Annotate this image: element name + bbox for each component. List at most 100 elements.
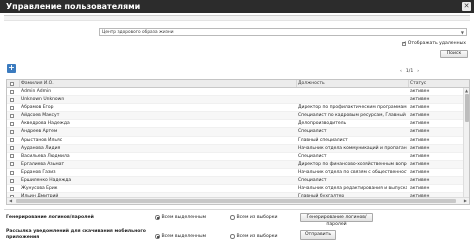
row-checkbox[interactable]: [10, 113, 14, 118]
cell-status: активен: [410, 89, 430, 94]
select-all-cell[interactable]: [10, 80, 18, 87]
table-row[interactable]: Ауданова Лидия Начальник отдела коммуника…: [7, 144, 469, 153]
table-row[interactable]: Admin Admin активен: [7, 88, 469, 97]
notify-scope-selected[interactable]: Всем выделенным: [155, 234, 206, 239]
table-row[interactable]: Unknown Unknown активен: [7, 96, 469, 105]
cell-position: Специалист: [298, 129, 327, 135]
table-row[interactable]: Ергалиева Азьмат Директор по финансово-хо…: [7, 160, 469, 169]
scroll-thumb[interactable]: [16, 199, 456, 203]
generate-scope-all[interactable]: Всем из выборки: [230, 215, 277, 220]
column-header-status[interactable]: Статус: [409, 80, 461, 87]
radio-selected[interactable]: [155, 215, 160, 220]
cell-name: Айдсоев Максут: [21, 113, 60, 119]
pager: ‹ 1/1 ›: [400, 69, 419, 74]
scroll-thumb[interactable]: [465, 94, 469, 122]
column-divider: [408, 80, 409, 87]
row-checkbox[interactable]: [10, 154, 14, 159]
cell-position: Директор по финансово-хозяйственным вопр…: [298, 161, 407, 167]
cell-name: Жунусова Ерик: [21, 186, 58, 192]
cell-name: Ершиленко Надежда: [21, 178, 72, 184]
cell-name: Ауданова Лидия: [21, 145, 61, 151]
generate-credentials-label: Генерирование логинов/паролей: [6, 215, 94, 220]
row-checkbox[interactable]: [10, 89, 14, 94]
users-table: Фамилия И.О. Должность Статус Admin Admi…: [6, 79, 470, 205]
department-select[interactable]: Центр здорового образа жизни ▼: [99, 28, 467, 36]
table-body: Admin Admin активен Unknown Unknown активен…: [7, 88, 469, 204]
select-all-checkbox[interactable]: [10, 81, 14, 86]
notify-label: Рассылка уведомлений для скачивания моби…: [6, 229, 146, 240]
scroll-up-icon[interactable]: ▲: [465, 88, 468, 93]
show-deleted-toggle[interactable]: Отображать удаленных: [401, 41, 466, 46]
column-header-position[interactable]: Должность: [297, 80, 407, 87]
radio-all[interactable]: [230, 234, 235, 239]
department-select-value: Центр здорового образа жизни: [102, 30, 174, 35]
cell-position: [297, 96, 407, 103]
column-divider: [296, 80, 297, 87]
horizontal-scrollbar[interactable]: ◀ ▶: [7, 197, 469, 204]
column-header-name[interactable]: Фамилия И.О.: [20, 80, 295, 87]
cell-name: Васильева Людмила: [21, 153, 70, 159]
cell-name: Арыстанов Ильяс: [21, 137, 63, 143]
notify-scope-all[interactable]: Всем из выборки: [230, 234, 277, 239]
cell-status: активен: [410, 97, 430, 103]
row-checkbox[interactable]: [10, 162, 14, 167]
generate-scope-selected[interactable]: Всем выделенным: [155, 215, 206, 220]
table-row[interactable]: Жунусова Ерик Начальник отдела редактиров…: [7, 185, 469, 194]
cell-name: Unknown Unknown: [21, 97, 65, 103]
show-deleted-checkbox[interactable]: [401, 41, 406, 46]
cell-status: активен: [410, 169, 430, 175]
row-checkbox[interactable]: [10, 170, 14, 175]
scroll-right-icon[interactable]: ▶: [464, 198, 467, 203]
cell-position: Главный специалист: [298, 137, 348, 143]
radio-selected-label: Всем выделенным: [161, 215, 207, 220]
row-checkbox[interactable]: [10, 121, 14, 126]
table-row[interactable]: Айдсоев Максут Специалист по кадровым рес…: [7, 112, 469, 121]
table-row[interactable]: Арыстанов Ильяс Главный специалист активен: [7, 137, 469, 145]
cell-status: активен: [410, 105, 430, 111]
chevron-down-icon: ▼: [460, 30, 464, 35]
row-checkbox[interactable]: [10, 178, 14, 183]
row-checkbox[interactable]: [10, 97, 14, 102]
row-checkbox[interactable]: [10, 105, 14, 110]
scroll-left-icon[interactable]: ◀: [9, 198, 12, 203]
cell-name: Admin Admin: [21, 89, 52, 94]
radio-all[interactable]: [230, 215, 235, 220]
add-user-button[interactable]: +: [7, 64, 16, 73]
cell-position: Специалист: [298, 178, 327, 184]
radio-selected[interactable]: [155, 234, 160, 239]
cell-status: активен: [410, 186, 430, 192]
table-row[interactable]: Ершиленко Надежда Специалист активен: [7, 177, 469, 186]
row-checkbox[interactable]: [10, 146, 14, 151]
cell-position: Делопроизводитель: [298, 121, 347, 127]
filter-panel-header: [4, 15, 470, 21]
cell-position: Специалист: [298, 153, 327, 159]
column-divider: [19, 80, 20, 87]
cell-position: Начальник отдела коммуникаций и пропаган…: [298, 145, 407, 151]
row-checkbox[interactable]: [10, 130, 14, 135]
cell-position: Начальник отдела редактирования и выпуск…: [298, 186, 407, 192]
divider: [4, 209, 470, 210]
close-icon[interactable]: ✕: [462, 2, 471, 11]
pager-prev-icon[interactable]: ‹: [400, 69, 402, 74]
row-checkbox[interactable]: [10, 186, 14, 191]
cell-position: Специалист по кадровым ресурсам, Главный…: [298, 113, 407, 119]
generate-credentials-button[interactable]: Генерирование логинов/паролей: [300, 213, 373, 227]
window-title: Управление пользователями: [6, 2, 141, 11]
table-row[interactable]: Ерданов Газиз Начальник отдела по связям …: [7, 169, 469, 178]
cell-status: активен: [410, 113, 430, 119]
search-button[interactable]: Поиск: [440, 50, 468, 58]
row-checkbox[interactable]: [10, 138, 14, 143]
cell-status: активен: [410, 145, 430, 151]
cell-status: активен: [410, 137, 430, 143]
show-deleted-label: Отображать удаленных: [407, 41, 466, 46]
cell-position: Директор по профилактическим программам: [298, 105, 407, 111]
table-row[interactable]: Андреев Артем Специалист активен: [7, 128, 469, 137]
cell-status: активен: [410, 129, 430, 135]
send-button[interactable]: Отправить: [300, 230, 336, 240]
table-row[interactable]: Акведрова Надежда Делопроизводитель активе…: [7, 120, 469, 129]
cell-position: Начальник отдела по связям с общественно…: [298, 169, 407, 175]
table-row[interactable]: Васильева Людмила Специалист активен: [7, 153, 469, 161]
vertical-scrollbar[interactable]: ▲: [463, 88, 469, 197]
table-row[interactable]: Абрамов Егор Директор по профилактическим…: [7, 104, 469, 113]
pager-next-icon[interactable]: ›: [417, 69, 419, 74]
